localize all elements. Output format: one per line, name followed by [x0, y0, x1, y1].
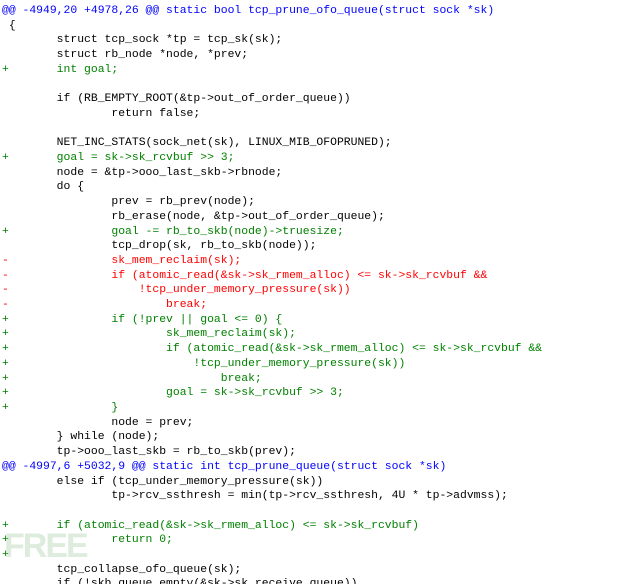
diff-block: @@ -4949,20 +4978,26 @@ static bool tcp_…: [0, 0, 624, 584]
diff-line: NET_INC_STATS(sock_net(sk), LINUX_MIB_OF…: [2, 137, 392, 149]
diff-line: tp->rcv_ssthresh = min(tp->rcv_ssthresh,…: [2, 490, 508, 502]
diff-line: struct rb_node *node, *prev;: [2, 49, 248, 61]
diff-line: else if (tcp_under_memory_pressure(sk)): [2, 476, 323, 488]
diff-line: + goal = sk->sk_rcvbuf >> 3;: [2, 387, 344, 399]
diff-line: node = prev;: [2, 417, 193, 429]
diff-line: rb_erase(node, &tp->out_of_order_queue);: [2, 211, 385, 223]
diff-line: + break;: [2, 373, 262, 385]
diff-line: + if (!prev || goal <= 0) {: [2, 314, 282, 326]
diff-line: prev = rb_prev(node);: [2, 196, 255, 208]
diff-line: + sk_mem_reclaim(sk);: [2, 328, 296, 340]
diff-line: @@ -4997,6 +5032,9 @@ static int tcp_pru…: [2, 461, 446, 473]
diff-line: + goal -= rb_to_skb(node)->truesize;: [2, 226, 344, 238]
diff-line: + }: [2, 402, 118, 414]
diff-line: tcp_drop(sk, rb_to_skb(node));: [2, 240, 316, 252]
diff-line: - !tcp_under_memory_pressure(sk)): [2, 284, 351, 296]
diff-line: tp->ooo_last_skb = rb_to_skb(prev);: [2, 446, 296, 458]
diff-line: + goal = sk->sk_rcvbuf >> 3;: [2, 152, 234, 164]
diff-line: if (RB_EMPTY_ROOT(&tp->out_of_order_queu…: [2, 93, 351, 105]
diff-line: return false;: [2, 108, 200, 120]
diff-line: - if (atomic_read(&sk->sk_rmem_alloc) <=…: [2, 270, 487, 282]
diff-container: FREE @@ -4949,20 +4978,26 @@ static bool…: [0, 0, 624, 584]
diff-line: {: [2, 20, 16, 32]
diff-line: } while (node);: [2, 431, 159, 443]
diff-line: - sk_mem_reclaim(sk);: [2, 255, 241, 267]
diff-line: tcp_collapse_ofo_queue(sk);: [2, 564, 241, 576]
diff-line: @@ -4949,20 +4978,26 @@ static bool tcp_…: [2, 5, 494, 17]
diff-line: + if (atomic_read(&sk->sk_rmem_alloc) <=…: [2, 343, 542, 355]
diff-line: + !tcp_under_memory_pressure(sk)): [2, 358, 405, 370]
diff-line: do {: [2, 181, 84, 193]
diff-line: + return 0;: [2, 534, 173, 546]
diff-line: struct tcp_sock *tp = tcp_sk(sk);: [2, 34, 282, 46]
diff-line: + if (atomic_read(&sk->sk_rmem_alloc) <=…: [2, 520, 419, 532]
diff-line: node = &tp->ooo_last_skb->rbnode;: [2, 167, 282, 179]
diff-line: - break;: [2, 299, 207, 311]
diff-line: +: [2, 549, 9, 561]
diff-line: if (!skb_queue_empty(&sk->sk_receive_que…: [2, 578, 357, 584]
diff-line: + int goal;: [2, 64, 118, 76]
